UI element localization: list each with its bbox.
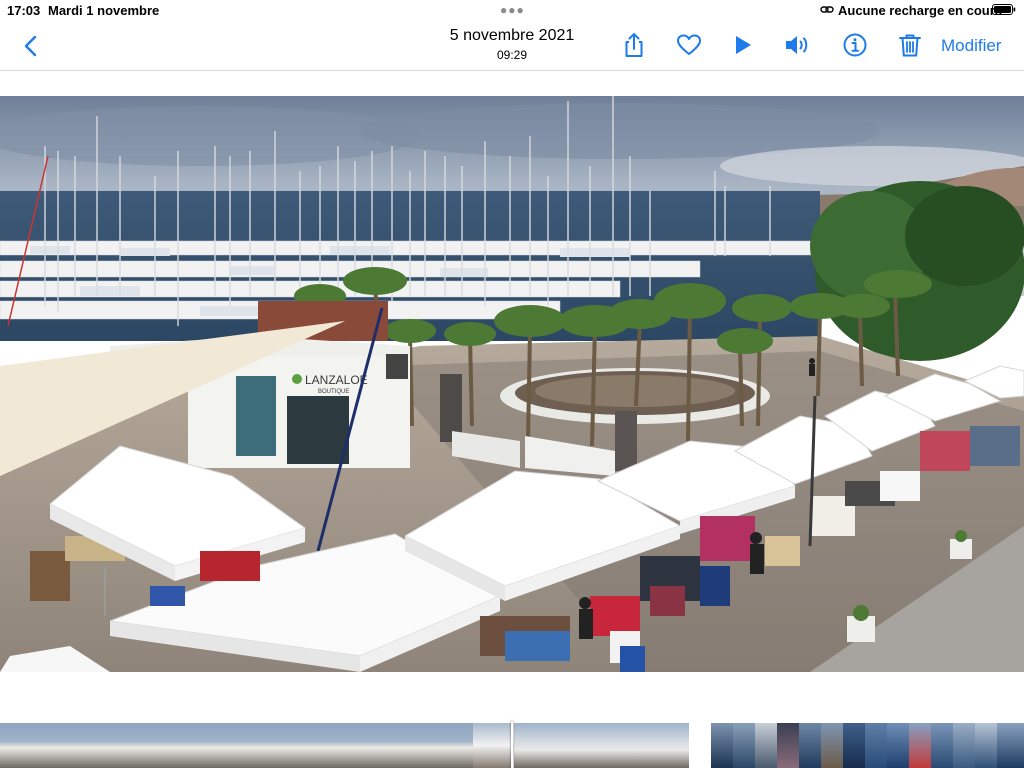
status-time: 17:03: [7, 3, 41, 18]
play-icon: [736, 36, 751, 54]
photo-time: 09:29: [496, 48, 528, 62]
edit-button[interactable]: Modifier: [941, 36, 1001, 56]
multitasking-dots-icon[interactable]: ●●●: [500, 3, 525, 17]
filmstrip-thumbnail[interactable]: [514, 723, 689, 768]
boutique-sign-sub: BOUTIQUE: [318, 389, 349, 395]
filmstrip-thumbnail[interactable]: [997, 723, 1024, 768]
filmstrip-thumbnail[interactable]: [865, 723, 887, 768]
sound-button[interactable]: [783, 31, 811, 59]
filmstrip-thumbnail[interactable]: [711, 723, 733, 768]
status-bar: 17:03 Mardi 1 novembre ●●● Aucune rechar…: [0, 0, 1024, 20]
favorite-button[interactable]: [675, 31, 703, 59]
filmstrip-thumbnail[interactable]: [931, 723, 953, 768]
photo-viewer[interactable]: LANZALOE BOUTIQUE: [0, 71, 1024, 718]
battery-icon: [992, 4, 1016, 15]
filmstrip-thumbnail[interactable]: [909, 723, 931, 768]
filmstrip-thumbnail[interactable]: [975, 723, 997, 768]
back-chevron-icon[interactable]: [20, 33, 42, 59]
filmstrip-thumbnail[interactable]: [473, 723, 511, 768]
filmstrip-thumbnail[interactable]: [733, 723, 755, 768]
filmstrip-thumbnail[interactable]: [777, 723, 799, 768]
filmstrip-thumbnail[interactable]: [799, 723, 821, 768]
filmstrip-thumbnail[interactable]: [755, 723, 777, 768]
heart-icon: [677, 34, 701, 55]
filmstrip-thumbnail[interactable]: [821, 723, 843, 768]
battery-status-text: Aucune recharge en cours: [838, 3, 1002, 18]
info-icon: [843, 33, 867, 57]
filmstrip-thumbnail[interactable]: [843, 723, 865, 768]
photo-date: 5 novembre 2021: [449, 27, 575, 44]
link-icon: [820, 6, 834, 13]
share-icon: [625, 33, 643, 57]
photo-title: 5 novembre 2021 09:29: [432, 27, 592, 63]
trash-icon: [899, 34, 921, 57]
share-button[interactable]: [620, 31, 648, 59]
info-button[interactable]: [841, 31, 869, 59]
delete-button[interactable]: [896, 31, 924, 59]
status-date: Mardi 1 novembre: [48, 3, 160, 18]
filmstrip-playhead[interactable]: [511, 721, 513, 768]
photo-image[interactable]: LANZALOE BOUTIQUE: [0, 96, 1024, 672]
filmstrip-thumbnail[interactable]: [0, 723, 473, 768]
filmstrip-thumbnail[interactable]: [887, 723, 909, 768]
photo-toolbar: 5 novembre 2021 09:29 Modifier: [0, 20, 1024, 71]
speaker-icon: [786, 36, 808, 54]
boutique-sign: LANZALOE: [305, 373, 368, 387]
play-button[interactable]: [729, 31, 757, 59]
filmstrip-thumbnail[interactable]: [953, 723, 975, 768]
